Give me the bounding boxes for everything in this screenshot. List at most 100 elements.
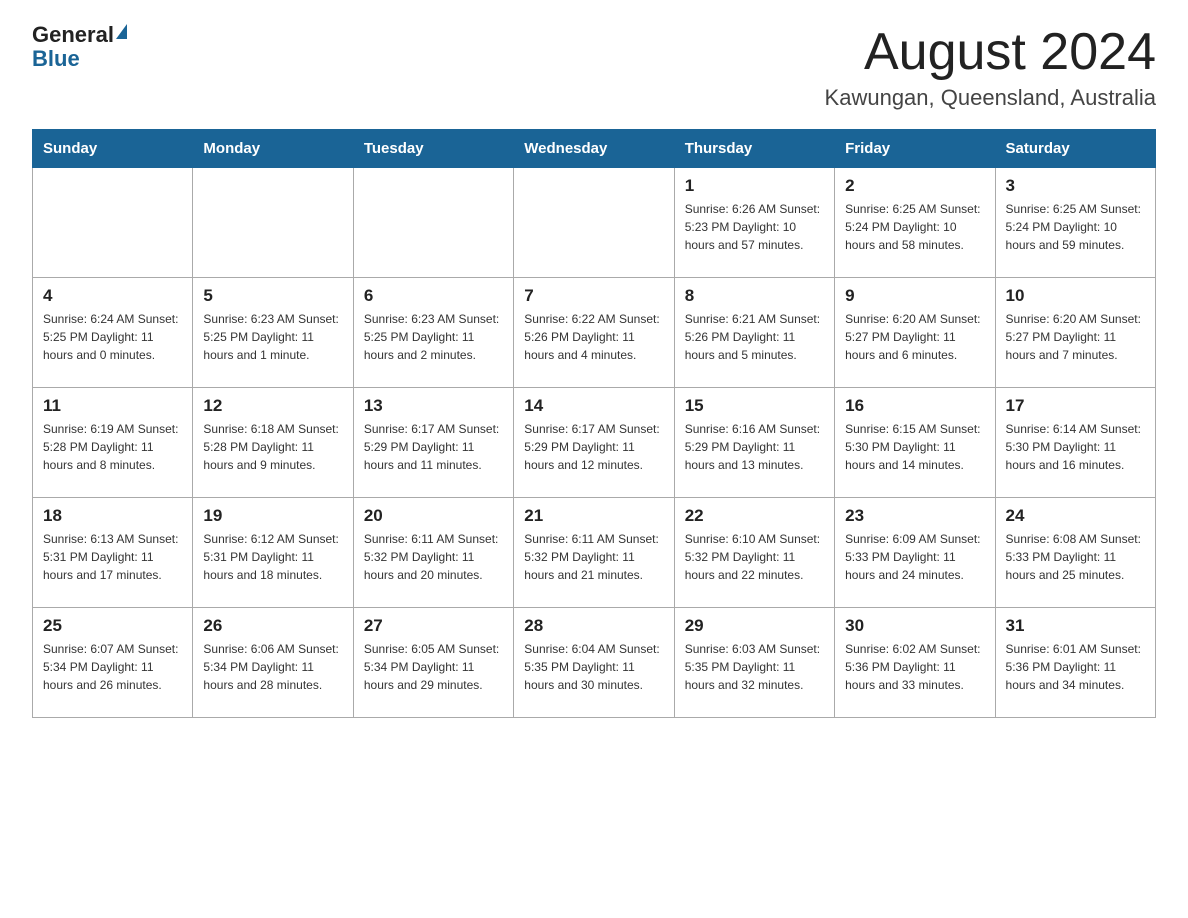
day-number: 25 bbox=[43, 616, 182, 636]
calendar-day-cell: 24 Sunrise: 6:08 AM Sunset: 5:33 PM Dayli… bbox=[995, 498, 1155, 608]
day-number: 4 bbox=[43, 286, 182, 306]
day-number: 20 bbox=[364, 506, 503, 526]
day-info: Sunrise: 6:03 AM Sunset: 5:35 PM Dayligh… bbox=[685, 640, 824, 694]
day-number: 12 bbox=[203, 396, 342, 416]
day-header-wednesday: Wednesday bbox=[514, 130, 674, 168]
calendar-day-cell: 1Sunrise: 6:26 AM Sunset: 5:23 PM Daylig… bbox=[674, 168, 834, 278]
day-info: Sunrise: 6:11 AM Sunset: 5:32 PM Dayligh… bbox=[364, 530, 503, 584]
day-info: Sunrise: 6:05 AM Sunset: 5:34 PM Dayligh… bbox=[364, 640, 503, 694]
calendar-day-cell: 5 Sunrise: 6:23 AM Sunset: 5:25 PM Daylig… bbox=[193, 278, 353, 388]
calendar-day-cell: 19Sunrise: 6:12 AM Sunset: 5:31 PM Dayli… bbox=[193, 498, 353, 608]
day-info: Sunrise: 6:21 AM Sunset: 5:26 PM Dayligh… bbox=[685, 310, 824, 364]
day-info: Sunrise: 6:23 AM Sunset: 5:25 PM Dayligh… bbox=[364, 310, 503, 364]
day-number: 10 bbox=[1006, 286, 1145, 306]
calendar-day-cell: 16 Sunrise: 6:15 AM Sunset: 5:30 PM Dayli… bbox=[835, 388, 995, 498]
day-number: 7 bbox=[524, 286, 663, 306]
day-info: Sunrise: 6:11 AM Sunset: 5:32 PM Dayligh… bbox=[524, 530, 663, 584]
calendar-subtitle: Kawungan, Queensland, Australia bbox=[825, 85, 1156, 111]
day-info: Sunrise: 6:15 AM Sunset: 5:30 PM Dayligh… bbox=[845, 420, 984, 474]
day-info: Sunrise: 6:02 AM Sunset: 5:36 PM Dayligh… bbox=[845, 640, 984, 694]
title-block: August 2024 Kawungan, Queensland, Austra… bbox=[825, 24, 1156, 111]
calendar-day-cell: 3Sunrise: 6:25 AM Sunset: 5:24 PM Daylig… bbox=[995, 168, 1155, 278]
day-number: 16 bbox=[845, 396, 984, 416]
calendar-day-cell: 20 Sunrise: 6:11 AM Sunset: 5:32 PM Dayli… bbox=[353, 498, 513, 608]
day-info: Sunrise: 6:17 AM Sunset: 5:29 PM Dayligh… bbox=[524, 420, 663, 474]
calendar-day-cell: 8 Sunrise: 6:21 AM Sunset: 5:26 PM Daylig… bbox=[674, 278, 834, 388]
day-info: Sunrise: 6:07 AM Sunset: 5:34 PM Dayligh… bbox=[43, 640, 182, 694]
calendar-day-cell: 22 Sunrise: 6:10 AM Sunset: 5:32 PM Dayli… bbox=[674, 498, 834, 608]
day-number: 30 bbox=[845, 616, 984, 636]
calendar-week-row: 1Sunrise: 6:26 AM Sunset: 5:23 PM Daylig… bbox=[33, 168, 1156, 278]
calendar-day-cell: 27 Sunrise: 6:05 AM Sunset: 5:34 PM Dayli… bbox=[353, 608, 513, 718]
day-info: Sunrise: 6:18 AM Sunset: 5:28 PM Dayligh… bbox=[203, 420, 342, 474]
day-header-sunday: Sunday bbox=[33, 130, 193, 168]
calendar-day-cell: 14Sunrise: 6:17 AM Sunset: 5:29 PM Dayli… bbox=[514, 388, 674, 498]
day-number: 22 bbox=[685, 506, 824, 526]
day-number: 11 bbox=[43, 396, 182, 416]
day-number: 17 bbox=[1006, 396, 1145, 416]
calendar-day-cell: 7 Sunrise: 6:22 AM Sunset: 5:26 PM Daylig… bbox=[514, 278, 674, 388]
logo-blue-text: Blue bbox=[32, 48, 80, 70]
day-info: Sunrise: 6:16 AM Sunset: 5:29 PM Dayligh… bbox=[685, 420, 824, 474]
calendar-day-cell: 10 Sunrise: 6:20 AM Sunset: 5:27 PM Dayli… bbox=[995, 278, 1155, 388]
day-header-tuesday: Tuesday bbox=[353, 130, 513, 168]
calendar-day-cell: 26Sunrise: 6:06 AM Sunset: 5:34 PM Dayli… bbox=[193, 608, 353, 718]
day-info: Sunrise: 6:24 AM Sunset: 5:25 PM Dayligh… bbox=[43, 310, 182, 364]
day-number: 13 bbox=[364, 396, 503, 416]
logo: General Blue bbox=[32, 24, 127, 70]
calendar-day-cell: 28 Sunrise: 6:04 AM Sunset: 5:35 PM Dayli… bbox=[514, 608, 674, 718]
calendar-week-row: 4 Sunrise: 6:24 AM Sunset: 5:25 PM Daylig… bbox=[33, 278, 1156, 388]
day-header-thursday: Thursday bbox=[674, 130, 834, 168]
calendar-day-cell bbox=[514, 168, 674, 278]
day-number: 18 bbox=[43, 506, 182, 526]
calendar-day-cell: 23Sunrise: 6:09 AM Sunset: 5:33 PM Dayli… bbox=[835, 498, 995, 608]
day-number: 8 bbox=[685, 286, 824, 306]
calendar-header-row: SundayMondayTuesdayWednesdayThursdayFrid… bbox=[33, 130, 1156, 168]
calendar-title: August 2024 bbox=[825, 24, 1156, 81]
calendar-day-cell: 13 Sunrise: 6:17 AM Sunset: 5:29 PM Dayli… bbox=[353, 388, 513, 498]
day-number: 28 bbox=[524, 616, 663, 636]
day-header-saturday: Saturday bbox=[995, 130, 1155, 168]
day-info: Sunrise: 6:22 AM Sunset: 5:26 PM Dayligh… bbox=[524, 310, 663, 364]
calendar-day-cell: 2Sunrise: 6:25 AM Sunset: 5:24 PM Daylig… bbox=[835, 168, 995, 278]
day-number: 3 bbox=[1006, 176, 1145, 196]
day-info: Sunrise: 6:08 AM Sunset: 5:33 PM Dayligh… bbox=[1006, 530, 1145, 584]
day-info: Sunrise: 6:20 AM Sunset: 5:27 PM Dayligh… bbox=[1006, 310, 1145, 364]
day-number: 26 bbox=[203, 616, 342, 636]
calendar-day-cell: 9Sunrise: 6:20 AM Sunset: 5:27 PM Daylig… bbox=[835, 278, 995, 388]
calendar-week-row: 18 Sunrise: 6:13 AM Sunset: 5:31 PM Dayli… bbox=[33, 498, 1156, 608]
calendar-day-cell: 12 Sunrise: 6:18 AM Sunset: 5:28 PM Dayli… bbox=[193, 388, 353, 498]
day-info: Sunrise: 6:17 AM Sunset: 5:29 PM Dayligh… bbox=[364, 420, 503, 474]
day-info: Sunrise: 6:13 AM Sunset: 5:31 PM Dayligh… bbox=[43, 530, 182, 584]
calendar-day-cell: 25 Sunrise: 6:07 AM Sunset: 5:34 PM Dayli… bbox=[33, 608, 193, 718]
day-number: 1 bbox=[685, 176, 824, 196]
day-number: 24 bbox=[1006, 506, 1145, 526]
day-number: 27 bbox=[364, 616, 503, 636]
calendar-day-cell: 31Sunrise: 6:01 AM Sunset: 5:36 PM Dayli… bbox=[995, 608, 1155, 718]
day-info: Sunrise: 6:23 AM Sunset: 5:25 PM Dayligh… bbox=[203, 310, 342, 364]
day-number: 21 bbox=[524, 506, 663, 526]
day-info: Sunrise: 6:20 AM Sunset: 5:27 PM Dayligh… bbox=[845, 310, 984, 364]
day-info: Sunrise: 6:14 AM Sunset: 5:30 PM Dayligh… bbox=[1006, 420, 1145, 474]
day-number: 15 bbox=[685, 396, 824, 416]
calendar-week-row: 25 Sunrise: 6:07 AM Sunset: 5:34 PM Dayli… bbox=[33, 608, 1156, 718]
calendar-week-row: 11Sunrise: 6:19 AM Sunset: 5:28 PM Dayli… bbox=[33, 388, 1156, 498]
day-info: Sunrise: 6:10 AM Sunset: 5:32 PM Dayligh… bbox=[685, 530, 824, 584]
day-number: 23 bbox=[845, 506, 984, 526]
calendar-day-cell: 29Sunrise: 6:03 AM Sunset: 5:35 PM Dayli… bbox=[674, 608, 834, 718]
calendar-table: SundayMondayTuesdayWednesdayThursdayFrid… bbox=[32, 129, 1156, 718]
calendar-day-cell: 30 Sunrise: 6:02 AM Sunset: 5:36 PM Dayli… bbox=[835, 608, 995, 718]
day-header-monday: Monday bbox=[193, 130, 353, 168]
calendar-day-cell: 11Sunrise: 6:19 AM Sunset: 5:28 PM Dayli… bbox=[33, 388, 193, 498]
day-number: 5 bbox=[203, 286, 342, 306]
calendar-day-cell: 15 Sunrise: 6:16 AM Sunset: 5:29 PM Dayli… bbox=[674, 388, 834, 498]
day-info: Sunrise: 6:04 AM Sunset: 5:35 PM Dayligh… bbox=[524, 640, 663, 694]
page-header: General Blue August 2024 Kawungan, Queen… bbox=[32, 24, 1156, 111]
logo-general-text: General bbox=[32, 24, 114, 46]
day-number: 19 bbox=[203, 506, 342, 526]
day-header-friday: Friday bbox=[835, 130, 995, 168]
calendar-day-cell: 4 Sunrise: 6:24 AM Sunset: 5:25 PM Daylig… bbox=[33, 278, 193, 388]
calendar-day-cell: 18 Sunrise: 6:13 AM Sunset: 5:31 PM Dayli… bbox=[33, 498, 193, 608]
logo-triangle-icon bbox=[116, 24, 127, 39]
calendar-day-cell bbox=[33, 168, 193, 278]
